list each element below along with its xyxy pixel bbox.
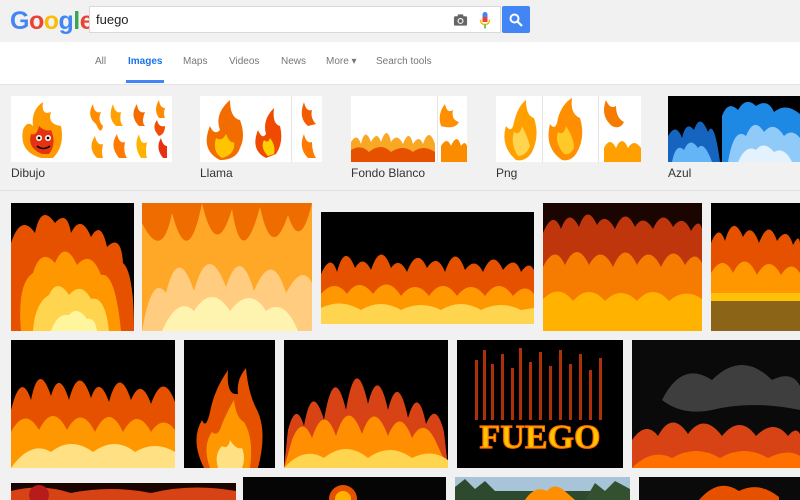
result-image-13[interactable] — [455, 477, 630, 500]
related-thumb-dibujo — [11, 96, 172, 162]
fuego-text-fire-image: FUEGO — [457, 340, 623, 468]
related-thumb-azul — [668, 96, 800, 162]
forest-fire-image — [455, 477, 630, 500]
fire-image-1 — [11, 203, 134, 331]
result-image-9[interactable]: FUEGO — [457, 340, 623, 468]
search-input[interactable]: fuego — [89, 6, 501, 33]
camera-icon[interactable] — [453, 13, 468, 27]
fire-border-image — [351, 96, 467, 162]
result-image-10[interactable] — [632, 340, 800, 468]
top-header: Google fuego — [0, 0, 800, 42]
logo-letter-g1: G — [10, 7, 29, 35]
related-chip-dibujo[interactable]: Dibujo — [11, 96, 172, 181]
related-chip-fondo-blanco[interactable]: Fondo Blanco — [351, 96, 511, 181]
related-thumb-fondo-blanco — [351, 96, 467, 162]
fire-image-7 — [184, 340, 275, 468]
result-image-14[interactable] — [639, 477, 800, 500]
fire-image-2 — [142, 203, 312, 331]
result-image-7[interactable] — [184, 340, 275, 468]
result-image-1[interactable] — [11, 203, 134, 331]
related-label-dibujo: Dibujo — [11, 166, 46, 180]
fire-image-5 — [711, 203, 800, 331]
result-image-2[interactable] — [142, 203, 312, 331]
search-tabs: All Images Maps Videos News More ▾ Searc… — [0, 42, 800, 85]
tab-videos[interactable]: Videos — [229, 56, 259, 67]
fire-image-6 — [11, 340, 175, 468]
result-image-8[interactable] — [284, 340, 448, 468]
tab-images[interactable]: Images — [128, 56, 162, 67]
tab-search-tools[interactable]: Search tools — [376, 56, 432, 67]
related-searches: Dibujo Llama Fondo Blanco Png Azul — [0, 85, 800, 191]
related-thumb-llama — [200, 96, 322, 162]
fire-image-3 — [321, 212, 534, 324]
microphone-icon[interactable] — [479, 12, 491, 29]
search-query[interactable]: fuego — [96, 12, 129, 27]
related-label-llama: Llama — [200, 166, 233, 180]
related-label-fondo-blanco: Fondo Blanco — [351, 166, 426, 180]
logo-letter-o2: o — [43, 7, 59, 35]
cartoon-flame-image — [11, 96, 172, 162]
fuego-image-text: FUEGO — [480, 419, 601, 456]
related-chip-llama[interactable]: Llama — [200, 96, 360, 181]
related-label-png: Png — [496, 166, 518, 180]
blue-fire-image — [668, 96, 800, 162]
tab-maps[interactable]: Maps — [183, 56, 207, 67]
fire-image-8 — [284, 340, 448, 468]
active-tab-indicator — [126, 80, 164, 83]
related-thumb-png — [496, 96, 641, 162]
fire-smoke-image — [632, 340, 800, 468]
result-image-4[interactable] — [543, 203, 702, 331]
logo-letter-g2: g — [58, 7, 74, 35]
related-chip-png[interactable]: Png — [496, 96, 656, 181]
fire-image-4 — [543, 203, 702, 331]
tab-more[interactable]: More ▾ — [326, 56, 357, 67]
fire-image-14 — [639, 477, 800, 500]
search-icon — [509, 13, 523, 27]
search-button[interactable] — [502, 6, 530, 33]
tab-news[interactable]: News — [281, 56, 306, 67]
fire-image-11 — [11, 483, 236, 500]
result-image-3[interactable] — [321, 212, 534, 324]
tab-all[interactable]: All — [95, 56, 106, 67]
related-chip-azul[interactable]: Azul — [668, 96, 800, 181]
logo-letter-o1: o — [28, 7, 44, 35]
google-logo[interactable]: Google — [10, 7, 94, 35]
result-image-12[interactable] — [243, 477, 446, 500]
result-image-5[interactable] — [711, 203, 800, 331]
fire-png-image — [496, 96, 641, 162]
result-image-6[interactable] — [11, 340, 175, 468]
fire-image-12 — [243, 477, 446, 500]
related-label-azul: Azul — [668, 166, 692, 180]
flame-icons-image — [200, 96, 322, 162]
result-image-11[interactable] — [11, 483, 236, 500]
